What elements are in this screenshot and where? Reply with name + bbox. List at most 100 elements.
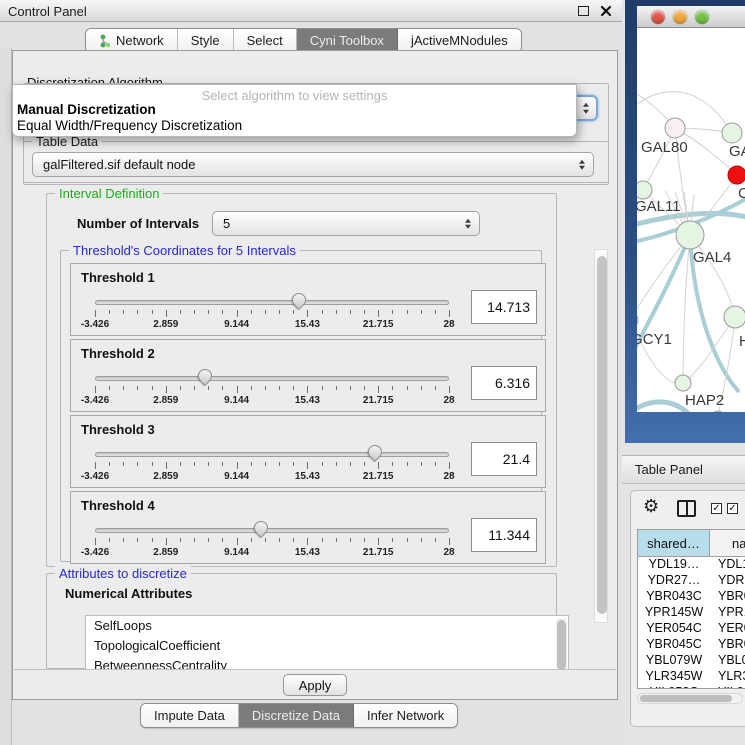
algorithm-option-equal-width-frequency-discretization[interactable]: Equal Width/Frequency Discretization [17, 118, 242, 133]
tab-label: Impute Data [154, 708, 225, 723]
slider-thumb[interactable] [289, 290, 309, 310]
table-data-combo[interactable]: galFiltered.sif default node [32, 152, 594, 177]
cell-name: YPR1 [710, 605, 745, 621]
network-window-titlebar [637, 6, 745, 28]
number-of-intervals-combo[interactable]: 5 [212, 211, 480, 236]
threshold-value-field[interactable]: 14.713 [471, 290, 537, 324]
threshold-value-field[interactable]: 11.344 [471, 518, 537, 552]
network-node-gal80[interactable] [665, 118, 685, 138]
network-node-c[interactable] [728, 166, 745, 184]
tab-style[interactable]: Style [178, 29, 234, 52]
close-icon[interactable] [600, 5, 612, 17]
settings-vertical-scrollbar[interactable] [594, 249, 608, 623]
checkbox-icon[interactable]: ✓ [727, 503, 738, 514]
tab-cyni-toolbox[interactable]: Cyni Toolbox [297, 29, 398, 52]
node-table[interactable]: shared… na YDL19…YDL1YDR27…YDR2YBR043CYB… [637, 529, 745, 689]
combo-arrows-icon [579, 159, 585, 170]
cell-shared-name: YBL079W [638, 653, 710, 669]
combo-arrows-icon [465, 218, 471, 229]
table-header-row: shared… na [638, 530, 745, 557]
threshold-slider[interactable]: -3.4262.8599.14415.4321.71528 [95, 340, 449, 413]
network-edge [637, 402, 689, 412]
tab-discretize-data[interactable]: Discretize Data [239, 704, 354, 727]
slider-track[interactable] [95, 528, 449, 533]
table-data-group: Table Data galFiltered.sif default node [23, 141, 609, 185]
network-node-gal11[interactable] [637, 181, 652, 199]
screen: Control Panel NetworkStyleSelectCyni Too… [0, 0, 745, 745]
tab-network[interactable]: Network [86, 29, 178, 52]
algorithm-dropdown-popup: Select algorithm to view settings Manual… [12, 84, 577, 137]
slider-thumb[interactable] [195, 366, 215, 386]
table-row[interactable]: YPR145WYPR1 [638, 605, 745, 621]
control-panel-titlebar: Control Panel [0, 0, 622, 22]
bottom-tab-bar: Impute Data Discretize DataInfer Network [140, 703, 458, 728]
slider-track[interactable] [95, 376, 449, 381]
cell-shared-name: YBR043C [638, 589, 710, 605]
tab-label: jActiveMNodules [411, 33, 508, 48]
split-columns-icon[interactable] [677, 500, 696, 517]
interval-definition-title: Interval Definition [55, 186, 163, 201]
checkbox-icon[interactable]: ✓ [711, 503, 722, 514]
cell-shared-name: YDR27… [638, 573, 710, 589]
slider-thumb[interactable] [251, 518, 271, 538]
thresholds-group-title: Threshold's Coordinates for 5 Intervals [69, 243, 300, 258]
network-edge [683, 235, 690, 383]
table-row[interactable]: YBR043CYBR0 [638, 589, 745, 605]
table-horizontal-scrollbar[interactable] [637, 693, 743, 704]
slider-track[interactable] [95, 452, 449, 457]
gear-icon[interactable]: ⚙ [643, 497, 659, 517]
tab-impute-data[interactable]: Impute Data [141, 704, 239, 727]
close-traffic-light[interactable] [651, 10, 665, 24]
table-panel-title: Table Panel [635, 462, 703, 477]
network-node-hap2[interactable] [675, 375, 691, 391]
attributes-scrollbar[interactable] [556, 618, 567, 674]
algorithm-placeholder: Select algorithm to view settings [13, 88, 576, 103]
tab-infer-network[interactable]: Infer Network [354, 704, 457, 727]
network-icon [99, 34, 111, 48]
threshold-slider[interactable]: -3.4262.8599.14415.4321.71528 [95, 492, 449, 565]
network-node-h[interactable] [724, 306, 745, 328]
number-of-intervals-label: Number of Intervals [77, 216, 199, 231]
column-header-name[interactable]: na [710, 530, 745, 556]
minimize-traffic-light[interactable] [673, 10, 687, 24]
table-row[interactable]: YIL052CYIL0 [638, 685, 745, 689]
algorithm-option-manual-discretization[interactable]: Manual Discretization [17, 102, 156, 117]
cell-name: YBL0 [710, 653, 745, 669]
attribute-item-topologicalcoefficient[interactable]: TopologicalCoefficient [86, 636, 568, 656]
tab-jactivemnodules[interactable]: jActiveMNodules [398, 29, 521, 52]
network-node-gcy1[interactable] [637, 312, 638, 328]
network-canvas[interactable]: GAL80GACGAL11GAL4GCY1HHAP2 [637, 28, 745, 412]
network-node-gal4[interactable] [676, 221, 704, 249]
slider-tick-labels: -3.4262.8599.14415.4321.71528 [95, 547, 449, 559]
threshold-panel-threshold-1: Threshold 1-3.4262.8599.14415.4321.71528… [70, 263, 546, 336]
network-node-ga[interactable] [722, 123, 742, 143]
attribute-item-selfloops[interactable]: SelfLoops [86, 616, 568, 636]
cell-shared-name: YPR145W [638, 605, 710, 621]
network-node-label: GAL11 [637, 198, 681, 215]
threshold-value-field[interactable]: 6.316 [471, 366, 537, 400]
column-header-shared-name[interactable]: shared… [638, 530, 710, 556]
slider-thumb[interactable] [365, 442, 385, 462]
float-window-icon[interactable] [578, 6, 589, 16]
table-row[interactable]: YBL079WYBL0 [638, 653, 745, 669]
threshold-panel-threshold-4: Threshold 4-3.4262.8599.14415.4321.71528… [70, 491, 546, 564]
network-node[interactable] [711, 411, 725, 412]
cell-name: YIL0 [710, 685, 745, 689]
apply-button[interactable]: Apply [283, 674, 347, 696]
table-toolbar: ⚙ ✓ ✓ [631, 491, 745, 527]
slider-track[interactable] [95, 300, 449, 305]
table-row[interactable]: YER054CYER0 [638, 621, 745, 637]
table-row[interactable]: YDL19…YDL1 [638, 557, 745, 573]
left-scroll-strip[interactable] [0, 48, 12, 745]
interval-definition-group: Interval Definition Number of Intervals … [46, 193, 557, 567]
zoom-traffic-light[interactable] [695, 10, 709, 24]
table-row[interactable]: YLR345WYLR3 [638, 669, 745, 685]
threshold-slider[interactable]: -3.4262.8599.14415.4321.71528 [95, 264, 449, 337]
threshold-value-field[interactable]: 21.4 [471, 442, 537, 476]
table-row[interactable]: YBR045CYBR0 [638, 637, 745, 653]
table-row[interactable]: YDR27…YDR2 [638, 573, 745, 589]
tab-select[interactable]: Select [234, 29, 297, 52]
cell-name: YDR2 [710, 573, 745, 589]
network-node-label: H [739, 333, 745, 350]
threshold-slider[interactable]: -3.4262.8599.14415.4321.71528 [95, 416, 449, 489]
